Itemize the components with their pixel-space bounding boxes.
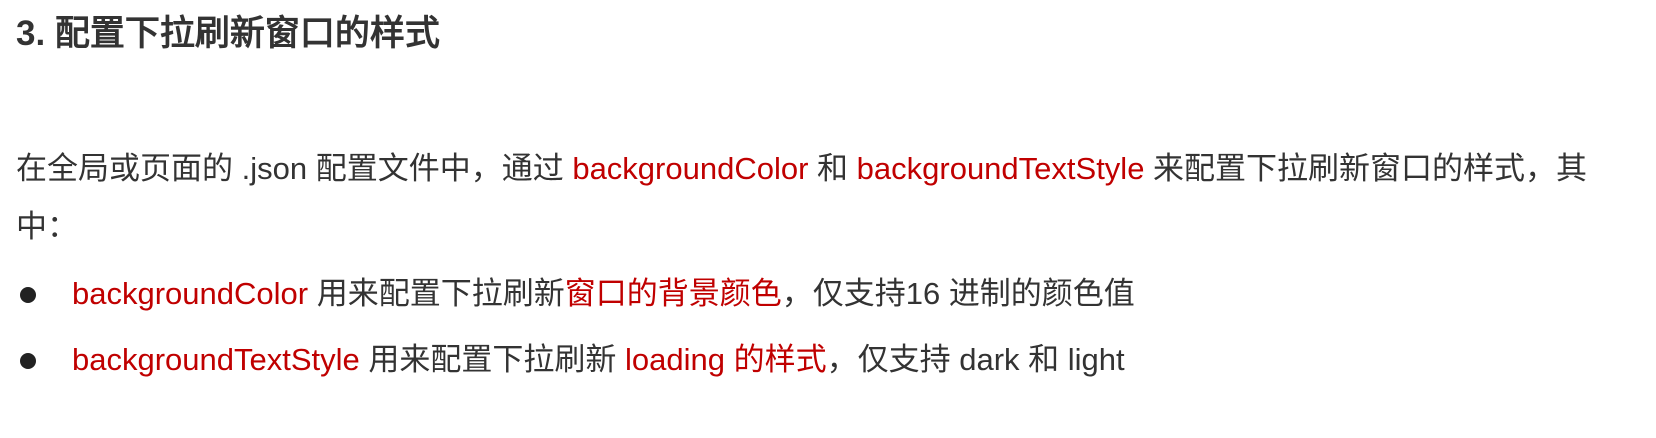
intro-text-part1: 在全局或页面的 .json 配置文件中，通过 <box>16 151 573 186</box>
bullet-text: backgroundTextStyle 用来配置下拉刷新 loading 的样式… <box>72 331 1125 389</box>
section-heading: 3. 配置下拉刷新窗口的样式 <box>16 14 440 53</box>
bullet-dot-icon <box>20 353 36 369</box>
prop-background-text-style: backgroundTextStyle <box>856 151 1145 186</box>
bullet-text-part1: 用来配置下拉刷新 <box>359 342 626 377</box>
bullet-dot-icon <box>20 287 36 303</box>
intro-paragraph: 在全局或页面的 .json 配置文件中，通过 backgroundColor 和… <box>16 140 1636 256</box>
bullet-text-part1: 用来配置下拉刷新 <box>308 276 565 311</box>
bullet-prop: backgroundColor <box>72 276 309 311</box>
bullet-highlight: loading 的样式 <box>625 342 827 377</box>
prop-background-color: backgroundColor <box>572 151 809 186</box>
bullet-text-part2: ，仅支持16 进制的颜色值 <box>781 276 1135 311</box>
bullet-highlight: 窗口的背景颜色 <box>564 276 782 311</box>
intro-text-part2: 和 <box>808 151 857 186</box>
bullet-prop: backgroundTextStyle <box>72 342 360 377</box>
bullet-text-part2: ，仅支持 dark 和 light <box>826 342 1125 377</box>
bullet-text: backgroundColor 用来配置下拉刷新窗口的背景颜色，仅支持16 进制… <box>72 265 1135 323</box>
